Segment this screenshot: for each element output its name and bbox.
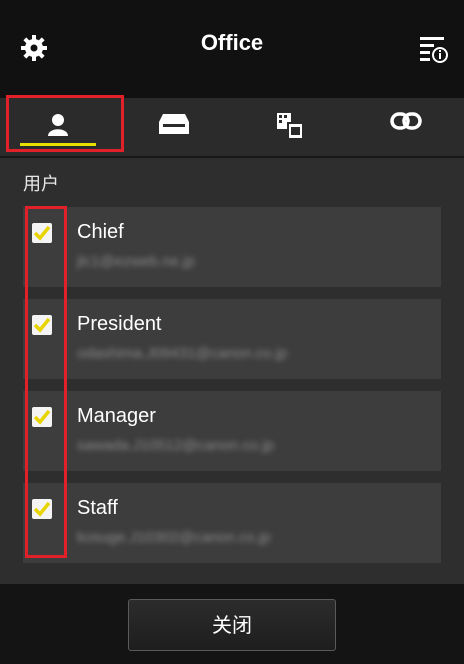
list-item-user[interactable]: Manager sawada.J10512@canon.co.jp [23,391,441,471]
section-label-users: 用户 [23,174,59,194]
user-name: Manager [77,405,156,427]
user-email: odashima.J09431@canon.co.jp [77,345,288,362]
list-item-user[interactable]: Chief jlc1@ezweb.ne.jp [23,207,441,287]
user-name: President [77,313,162,335]
close-button[interactable]: 关闭 [128,599,336,651]
info-menu-icon[interactable] [418,34,448,64]
link-icon [390,112,422,130]
list-item-user[interactable]: President odashima.J09431@canon.co.jp [23,299,441,379]
printer-icon [159,114,189,134]
tab-apps[interactable] [232,98,348,154]
app-header: Office [0,0,464,98]
checkbox-column-highlight-box [25,206,67,558]
user-name: Staff [77,497,118,519]
list-item-user[interactable]: Staff kosuge.J10302@canon.co.jp [23,483,441,563]
tab-printers[interactable] [116,98,232,154]
user-email: sawada.J10512@canon.co.jp [77,437,275,454]
apps-icon [277,113,304,140]
user-email: kosuge.J10302@canon.co.jp [77,529,271,546]
tab-links[interactable] [348,98,464,154]
tab-users-highlight-box [6,95,124,152]
user-email: jlc1@ezweb.ne.jp [77,253,195,270]
user-name: Chief [77,221,124,243]
page-title: Office [200,30,264,55]
